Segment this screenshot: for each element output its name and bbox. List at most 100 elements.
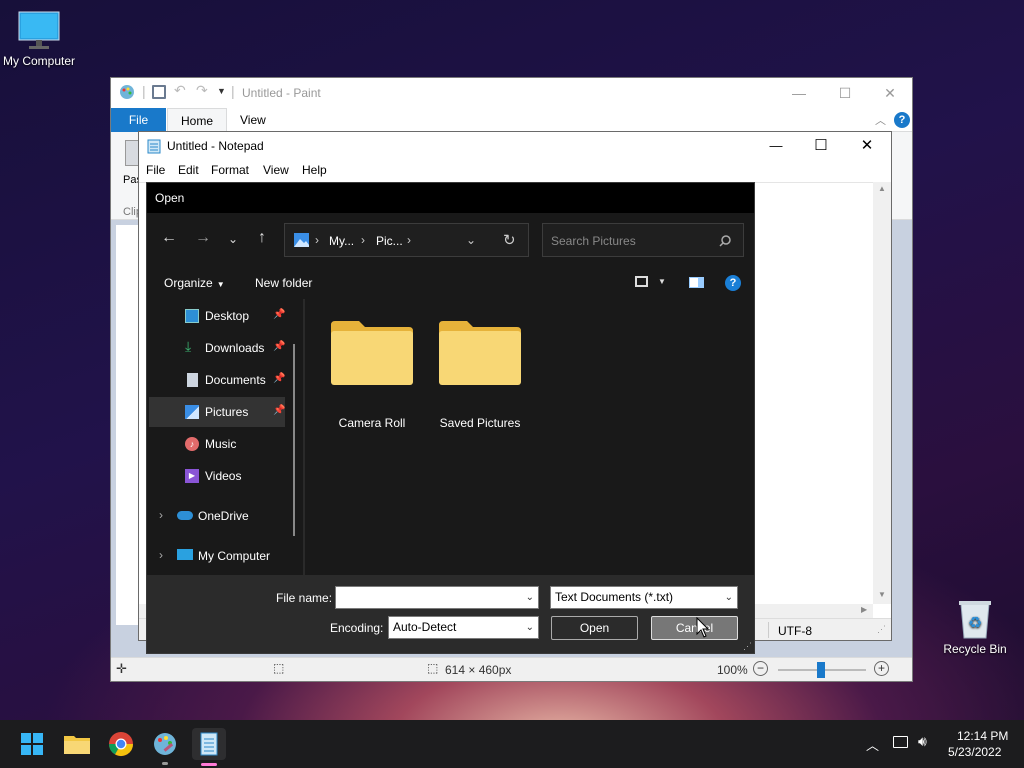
divider: |	[231, 83, 235, 99]
paint-maximize-button[interactable]: ☐	[822, 78, 868, 108]
desktop-icon	[185, 309, 199, 323]
scroll-down-icon[interactable]: ▼	[878, 590, 886, 599]
menu-edit[interactable]: Edit	[178, 163, 199, 177]
folder-item[interactable]: Saved Pictures	[431, 319, 529, 430]
zoom-slider-thumb[interactable]	[817, 662, 825, 678]
nav-item-downloads[interactable]: ⤓ Downloads 📌	[149, 333, 285, 363]
encoding-label: Encoding:	[330, 621, 384, 635]
refresh-icon[interactable]: ↻	[503, 231, 516, 249]
nav-item-onedrive[interactable]: › OneDrive	[149, 501, 285, 531]
chevron-down-icon[interactable]: ⌄	[526, 617, 534, 638]
notepad-maximize-button[interactable]: ☐	[798, 132, 844, 160]
organize-button[interactable]: Organize ▼	[164, 276, 225, 290]
breadcrumb-pictures[interactable]: Pic...	[376, 234, 403, 248]
quick-access-dropdown-icon[interactable]: ▼	[217, 86, 226, 96]
taskbar-file-explorer[interactable]	[61, 728, 93, 760]
chrome-icon	[109, 732, 133, 757]
menu-view[interactable]: View	[263, 163, 289, 177]
volume-icon[interactable]: 🔊︎	[918, 733, 927, 750]
cancel-button[interactable]: Cancel	[651, 616, 738, 640]
navigation-pane: Desktop 📌 ⤓ Downloads 📌 Documents 📌 Pict…	[147, 299, 305, 575]
open-dialog: Open ← → ⌄ ↑ › My... › Pic... › ⌄ ↻ Sear…	[146, 182, 755, 654]
mouse-cursor-icon	[696, 617, 710, 638]
resize-grip-icon[interactable]: ⋰	[743, 641, 752, 652]
pictures-icon	[294, 233, 309, 247]
nav-item-documents[interactable]: Documents 📌	[149, 365, 285, 395]
nav-item-my-computer[interactable]: › My Computer	[149, 541, 285, 571]
nav-item-label: OneDrive	[198, 509, 249, 523]
view-options-icon[interactable]	[635, 276, 648, 287]
chevron-down-icon: ▼	[216, 280, 225, 289]
save-icon[interactable]	[152, 85, 166, 99]
chevron-down-icon[interactable]: ⌄	[526, 587, 534, 608]
help-icon[interactable]: ?	[725, 275, 741, 291]
desktop-icon-my-computer[interactable]: My Computer	[0, 10, 81, 68]
back-button[interactable]: ←	[159, 229, 179, 247]
paint-minimize-button[interactable]: —	[776, 78, 822, 108]
nav-item-desktop[interactable]: Desktop 📌	[149, 301, 285, 331]
svg-text:♻: ♻	[968, 613, 982, 632]
expand-chevron-icon[interactable]: ›	[159, 548, 163, 562]
search-input[interactable]: Search Pictures	[551, 234, 636, 248]
zoom-in-button[interactable]: +	[874, 661, 889, 676]
search-icon[interactable]	[719, 235, 731, 247]
menu-help[interactable]: Help	[302, 163, 327, 177]
taskbar-paint[interactable]	[149, 728, 181, 765]
nav-item-music[interactable]: ♪ Music	[149, 429, 285, 459]
menu-file[interactable]: File	[146, 163, 165, 177]
open-button[interactable]: Open	[551, 616, 638, 640]
file-type-select[interactable]: Text Documents (*.txt) ⌄	[550, 586, 738, 609]
pin-icon: 📌	[273, 309, 286, 320]
paint-close-button[interactable]: ✕	[867, 78, 913, 108]
start-button[interactable]	[16, 728, 48, 760]
help-icon[interactable]: ?	[894, 112, 910, 128]
recent-locations-dropdown[interactable]: ⌄	[225, 232, 241, 246]
folder-icon	[331, 321, 413, 385]
breadcrumb-my-pictures[interactable]: My...	[329, 234, 354, 248]
scroll-right-icon[interactable]: ▶	[861, 605, 867, 614]
undo-icon[interactable]: ↶	[174, 82, 186, 99]
show-hidden-icons-chevron-icon[interactable]: ︿	[866, 735, 879, 754]
expand-chevron-icon[interactable]: ›	[159, 508, 163, 522]
search-box[interactable]: Search Pictures	[542, 223, 744, 257]
paint-ribbon-tabs: File Home View ︿ ?	[111, 108, 912, 132]
taskbar-notepad[interactable]	[192, 728, 226, 766]
desktop-icon-recycle-bin[interactable]: ♻ Recycle Bin	[933, 598, 1017, 656]
nav-item-videos[interactable]: ▶ Videos	[149, 461, 285, 491]
network-icon[interactable]	[893, 736, 908, 748]
tab-home[interactable]: Home	[167, 108, 228, 132]
file-name-input[interactable]: ⌄	[335, 586, 539, 609]
notepad-icon	[200, 732, 218, 756]
clock-date[interactable]: 5/23/2022	[948, 745, 1001, 759]
preview-pane-icon[interactable]	[689, 277, 704, 288]
forward-button[interactable]: →	[193, 229, 213, 247]
notepad-vertical-scrollbar[interactable]: ▲ ▼	[873, 182, 891, 604]
resize-grip-icon[interactable]: ⋰	[877, 624, 886, 635]
chevron-down-icon[interactable]: ⌄	[725, 587, 733, 608]
nav-pane-scrollbar[interactable]	[293, 344, 295, 536]
folder-item[interactable]: Camera Roll	[323, 319, 421, 430]
tab-file[interactable]: File	[111, 108, 166, 132]
menu-format[interactable]: Format	[211, 163, 249, 177]
notepad-close-button[interactable]: ✕	[844, 132, 890, 160]
taskbar: ︿ 🔊︎ 12:14 PM 5/23/2022	[0, 720, 1024, 768]
address-dropdown-icon[interactable]: ⌄	[466, 233, 476, 247]
divider	[768, 622, 769, 638]
collapse-ribbon-icon[interactable]: ︿	[875, 112, 886, 128]
tab-view[interactable]: View	[227, 108, 279, 132]
new-folder-button[interactable]: New folder	[255, 276, 312, 290]
notepad-app-icon	[147, 139, 161, 154]
view-dropdown-icon[interactable]: ▼	[658, 277, 666, 286]
notepad-minimize-button[interactable]: —	[753, 132, 799, 160]
clock-time[interactable]: 12:14 PM	[957, 729, 1008, 743]
up-button[interactable]: ↑	[252, 229, 272, 247]
address-bar[interactable]: › My... › Pic... › ⌄ ↻	[284, 223, 529, 257]
redo-icon[interactable]: ↷	[196, 82, 208, 99]
zoom-out-button[interactable]: −	[753, 661, 768, 676]
encoding-select[interactable]: Auto-Detect ⌄	[388, 616, 539, 639]
breadcrumb-separator: ›	[361, 233, 365, 247]
scroll-up-icon[interactable]: ▲	[878, 184, 886, 193]
file-list: Camera Roll Saved Pictures	[307, 299, 754, 575]
nav-item-pictures[interactable]: Pictures 📌	[149, 397, 285, 427]
taskbar-chrome[interactable]	[105, 728, 137, 760]
